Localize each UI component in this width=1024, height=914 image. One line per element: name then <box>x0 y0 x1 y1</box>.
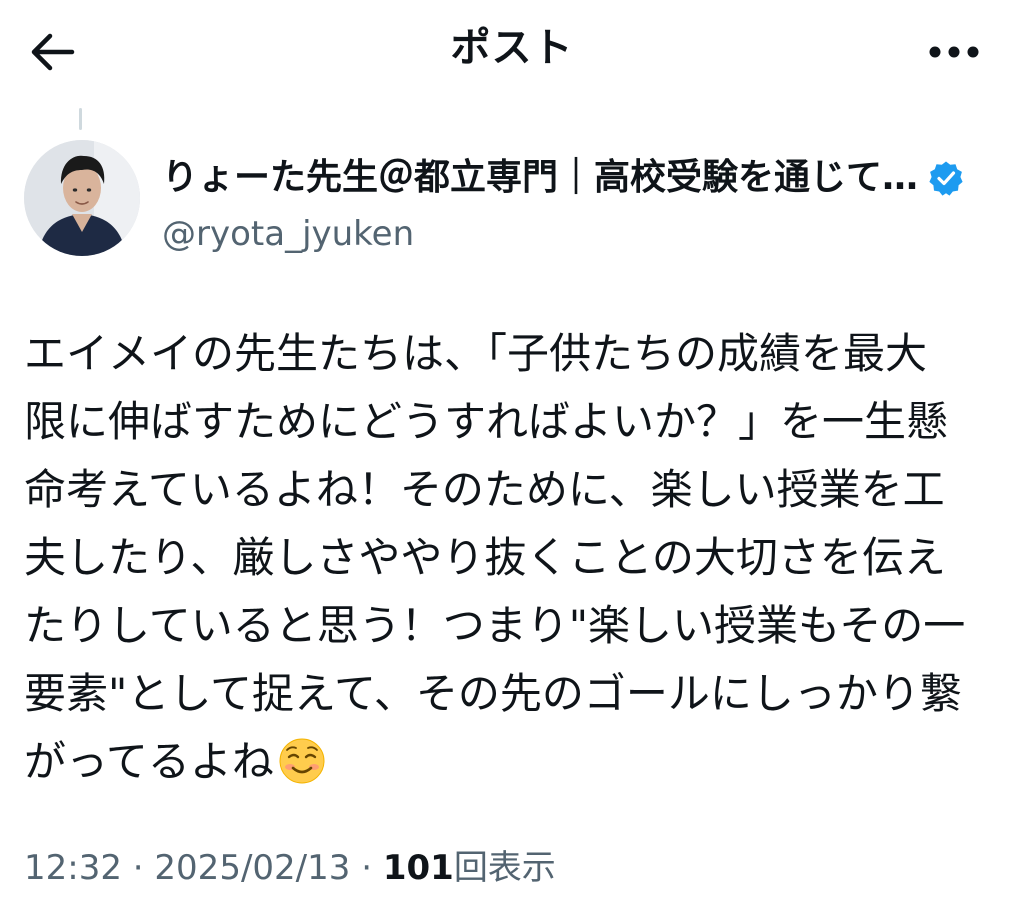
author-info[interactable]: りょーた先生＠都立専門｜高校受験を通じて… @ryota_jyuken <box>162 152 1002 258</box>
views-label: 回表示 <box>453 848 556 888</box>
more-horizontal-icon <box>929 46 979 58</box>
views-count[interactable]: 101 <box>383 848 454 888</box>
meta-separator: · <box>132 848 144 888</box>
more-options-button[interactable] <box>924 28 984 76</box>
display-name[interactable]: りょーた先生＠都立専門｜高校受験を通じて… <box>162 152 918 204</box>
tweet-body: エイメイの先生たちは、「子供たちの成績を最大 限に伸ばすためにどうすればよいか？… <box>24 320 984 796</box>
avatar[interactable] <box>24 140 140 256</box>
page-title: ポスト <box>450 25 574 71</box>
name-row: りょーた先生＠都立専門｜高校受験を通じて… <box>162 152 1002 204</box>
post-date[interactable]: 2025/02/13 <box>154 848 350 888</box>
avatar-photo <box>24 140 140 256</box>
post-time[interactable]: 12:32 <box>24 848 122 888</box>
smiling-face-emoji <box>279 738 325 783</box>
tweet-text: エイメイの先生たちは、「子供たちの成績を最大 限に伸ばすためにどうすればよいか？… <box>24 329 966 786</box>
post-meta: 12:32 · 2025/02/13 · 101回表示 <box>24 844 556 892</box>
top-bar: ポスト <box>0 0 1024 106</box>
meta-separator: · <box>361 848 373 888</box>
thread-connector-line <box>79 108 82 130</box>
user-handle[interactable]: @ryota_jyuken <box>162 210 1002 258</box>
verified-badge-icon <box>929 161 963 196</box>
